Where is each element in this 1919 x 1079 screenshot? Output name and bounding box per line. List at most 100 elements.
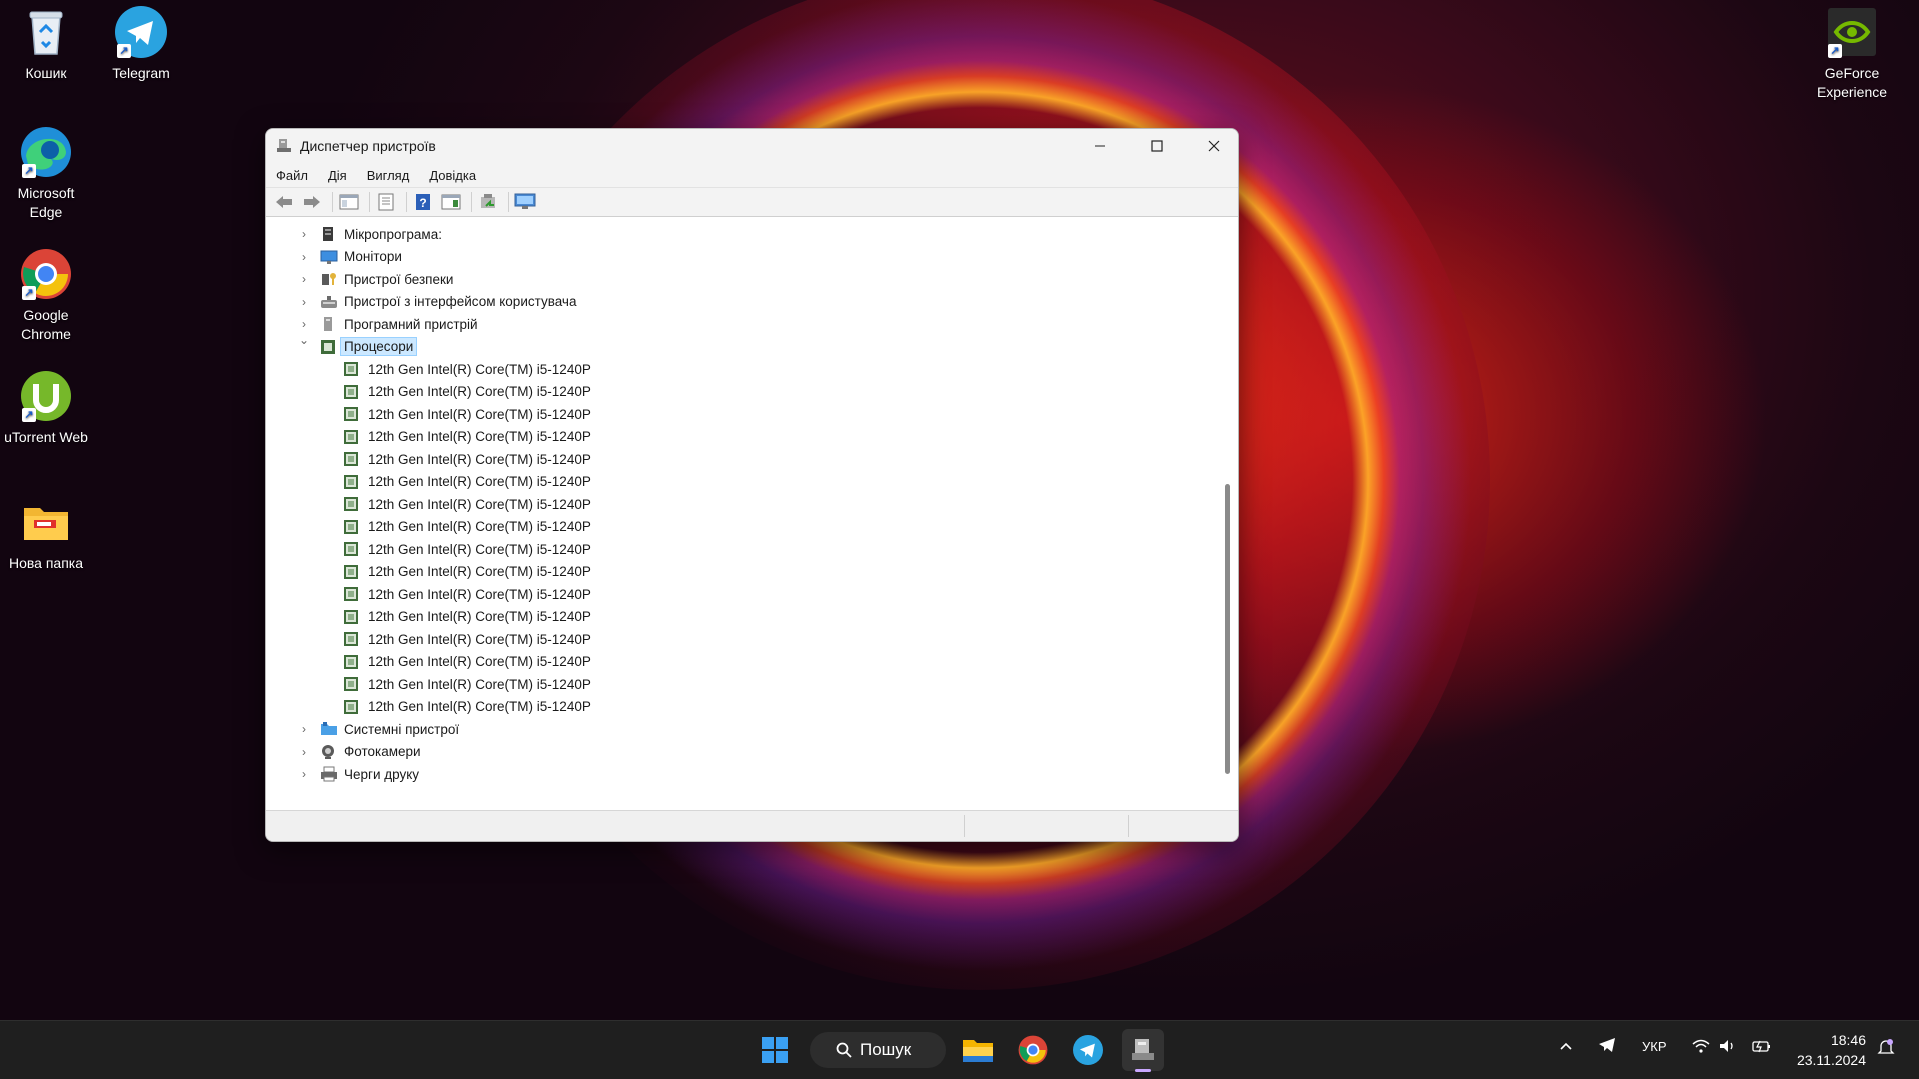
forward-button[interactable] xyxy=(300,191,324,213)
tree-device-processor[interactable]: 12th Gen Intel(R) Core(TM) i5-1240P xyxy=(266,381,1216,404)
tree-device-processor[interactable]: 12th Gen Intel(R) Core(TM) i5-1240P xyxy=(266,696,1216,719)
tree-category[interactable]: › Пристрої безпеки xyxy=(266,268,1216,291)
tree-category[interactable]: › Системні пристрої xyxy=(266,718,1216,741)
tree-device-processor[interactable]: 12th Gen Intel(R) Core(TM) i5-1240P xyxy=(266,628,1216,651)
toolbar-separator xyxy=(471,192,472,212)
taskbar-search-box[interactable]: Пошук xyxy=(810,1032,946,1068)
shortcut-arrow-icon: ↗ xyxy=(22,164,36,178)
tree-device-processor[interactable]: 12th Gen Intel(R) Core(TM) i5-1240P xyxy=(266,471,1216,494)
chevron-right-icon[interactable]: › xyxy=(298,722,310,736)
taskbar-telegram[interactable] xyxy=(1067,1029,1109,1071)
menu-file[interactable]: Файл xyxy=(276,168,308,183)
volume-icon[interactable] xyxy=(1719,1039,1737,1056)
back-button[interactable] xyxy=(272,191,296,213)
close-button[interactable] xyxy=(1186,129,1238,163)
tree-device-processor[interactable]: 12th Gen Intel(R) Core(TM) i5-1240P xyxy=(266,493,1216,516)
desktop-icon-new-folder[interactable]: Нова папка xyxy=(0,496,92,573)
tree-category[interactable]: › Пристрої з інтерфейсом користувача xyxy=(266,291,1216,314)
show-hidden-icons-button[interactable] xyxy=(1559,1039,1573,1054)
tree-category[interactable]: › Фотокамери xyxy=(266,741,1216,764)
language-indicator[interactable]: УКР xyxy=(1642,1039,1667,1054)
desktop-icon-edge[interactable]: ↗ Microsoft Edge xyxy=(0,126,92,222)
clock-date: 23.11.2024 xyxy=(1796,1052,1866,1068)
system-clock[interactable]: 18:46 23.11.2024 xyxy=(1790,1030,1866,1070)
tree-device-label: 12th Gen Intel(R) Core(TM) i5-1240P xyxy=(368,586,591,602)
telegram-tray-icon xyxy=(1599,1038,1615,1052)
desktop-icon-recycle-bin[interactable]: Кошик xyxy=(0,6,92,83)
tree-category-label: Фотокамери xyxy=(344,744,421,760)
tree-device-label: 12th Gen Intel(R) Core(TM) i5-1240P xyxy=(368,631,591,647)
tree-device-processor[interactable]: 12th Gen Intel(R) Core(TM) i5-1240P xyxy=(266,538,1216,561)
processor-icon xyxy=(344,564,358,579)
tree-device-processor[interactable]: 12th Gen Intel(R) Core(TM) i5-1240P xyxy=(266,561,1216,584)
chrome-icon xyxy=(1018,1035,1048,1065)
desktop-icon-geforce[interactable]: ↗ GeForce Experience xyxy=(1806,6,1898,102)
chevron-down-icon[interactable]: ⌄ xyxy=(298,333,310,347)
desktop-icon-label: Telegram xyxy=(112,65,170,81)
tree-device-processor[interactable]: 12th Gen Intel(R) Core(TM) i5-1240P xyxy=(266,583,1216,606)
minimize-button[interactable] xyxy=(1072,129,1128,163)
system-devices-icon xyxy=(320,721,338,737)
tree-category-label: Пристрої безпеки xyxy=(344,271,454,287)
menu-view[interactable]: Вигляд xyxy=(367,168,410,183)
search-icon xyxy=(836,1042,852,1058)
chevron-right-icon[interactable]: › xyxy=(298,745,310,759)
tree-device-processor[interactable]: 12th Gen Intel(R) Core(TM) i5-1240P xyxy=(266,358,1216,381)
console-tree-icon xyxy=(339,194,359,210)
properties-icon xyxy=(378,193,394,211)
taskbar-device-manager[interactable] xyxy=(1122,1029,1164,1072)
menu-action[interactable]: Дія xyxy=(328,168,347,183)
tree-device-processor[interactable]: 12th Gen Intel(R) Core(TM) i5-1240P xyxy=(266,426,1216,449)
maximize-button[interactable] xyxy=(1129,129,1185,163)
menu-help[interactable]: Довідка xyxy=(429,168,476,183)
title-bar[interactable]: Диспетчер пристроїв xyxy=(266,129,1238,163)
tree-device-processor[interactable]: 12th Gen Intel(R) Core(TM) i5-1240P xyxy=(266,673,1216,696)
tree-device-label: 12th Gen Intel(R) Core(TM) i5-1240P xyxy=(368,609,591,625)
chevron-right-icon[interactable]: › xyxy=(298,227,310,241)
action-pane-button[interactable] xyxy=(439,191,463,213)
tree-device-processor[interactable]: 12th Gen Intel(R) Core(TM) i5-1240P xyxy=(266,606,1216,629)
start-button[interactable] xyxy=(754,1029,796,1071)
tree-device-processor[interactable]: 12th Gen Intel(R) Core(TM) i5-1240P xyxy=(266,403,1216,426)
tree-device-label: 12th Gen Intel(R) Core(TM) i5-1240P xyxy=(368,541,591,557)
tree-device-label: 12th Gen Intel(R) Core(TM) i5-1240P xyxy=(368,429,591,445)
desktop-icon-chrome[interactable]: ↗ Google Chrome xyxy=(0,248,92,344)
taskbar-chrome[interactable] xyxy=(1012,1029,1054,1071)
tree-category[interactable]: › Черги друку xyxy=(266,763,1216,786)
help-button[interactable]: ? xyxy=(411,191,435,213)
chevron-up-icon xyxy=(1560,1042,1572,1050)
chevron-right-icon[interactable]: › xyxy=(298,250,310,264)
tree-device-label: 12th Gen Intel(R) Core(TM) i5-1240P xyxy=(368,474,591,490)
tree-category[interactable]: ⌄ Процесори xyxy=(266,333,1216,359)
chevron-right-icon[interactable]: › xyxy=(298,317,310,331)
processor-icon xyxy=(344,542,358,556)
chevron-right-icon[interactable]: › xyxy=(298,272,310,286)
folder-icon xyxy=(20,496,72,548)
show-hide-console-tree-button[interactable] xyxy=(337,191,361,213)
tree-device-processor[interactable]: 12th Gen Intel(R) Core(TM) i5-1240P xyxy=(266,448,1216,471)
notifications-bell-icon[interactable] xyxy=(1877,1038,1895,1059)
tree-category[interactable]: › Монітори xyxy=(266,246,1216,269)
tree-category[interactable]: › Програмний пристрій xyxy=(266,313,1216,336)
tray-telegram[interactable] xyxy=(1598,1037,1616,1056)
tree-category[interactable]: › Мікропрограма: xyxy=(266,223,1216,246)
update-driver-button[interactable] xyxy=(476,191,500,213)
desktop-icon-utorrent[interactable]: ↗ uTorrent Web xyxy=(0,370,92,447)
processor-icon xyxy=(344,609,358,624)
chevron-right-icon[interactable]: › xyxy=(298,295,310,309)
scan-hardware-changes-button[interactable] xyxy=(513,191,537,213)
tree-device-processor[interactable]: 12th Gen Intel(R) Core(TM) i5-1240P xyxy=(266,651,1216,674)
properties-button[interactable] xyxy=(374,191,398,213)
taskbar-file-explorer[interactable] xyxy=(957,1029,999,1071)
svg-text:?: ? xyxy=(419,196,426,210)
chevron-right-icon[interactable]: › xyxy=(298,767,310,781)
desktop-icon-label: Google Chrome xyxy=(21,307,71,342)
battery-icon[interactable] xyxy=(1752,1039,1772,1056)
wifi-icon[interactable] xyxy=(1692,1039,1710,1056)
vertical-scrollbar[interactable] xyxy=(1222,218,1232,796)
tree-device-processor[interactable]: 12th Gen Intel(R) Core(TM) i5-1240P xyxy=(266,516,1216,539)
edge-icon: ↗ xyxy=(20,126,72,178)
desktop-icon-telegram[interactable]: ↗ Telegram xyxy=(95,6,187,83)
scrollbar-thumb[interactable] xyxy=(1225,484,1230,774)
hid-icon xyxy=(320,294,338,310)
